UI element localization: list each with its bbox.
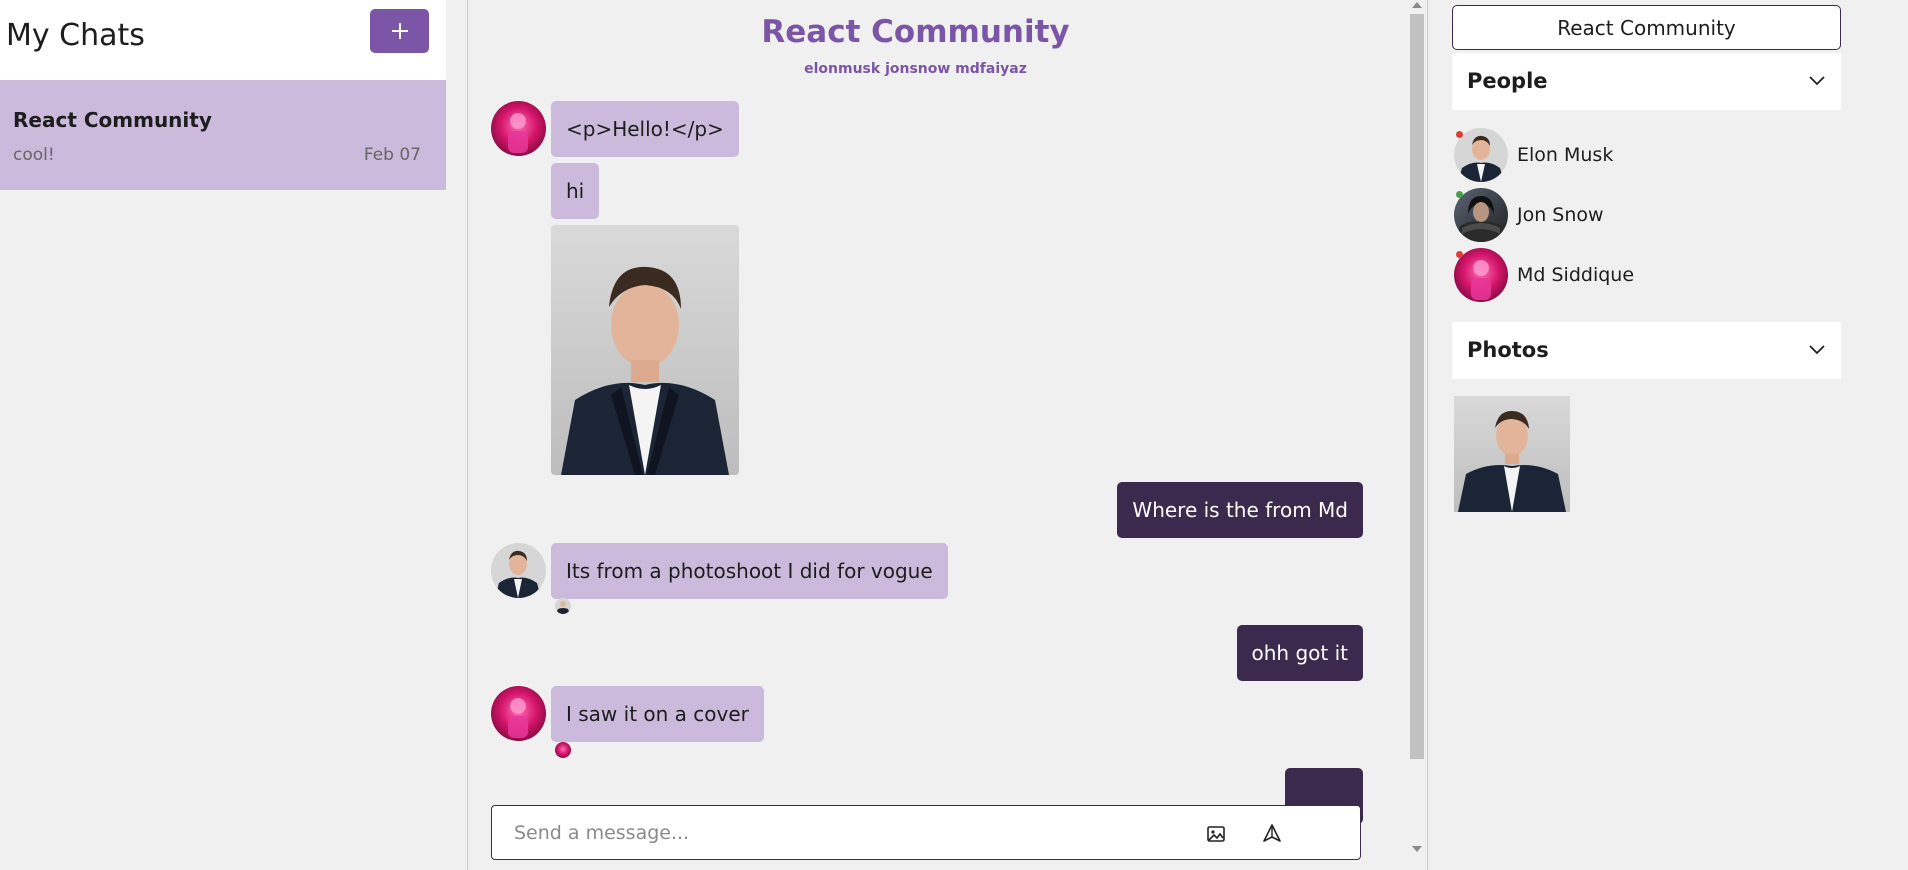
- send-icon: [1263, 824, 1281, 842]
- read-receipt-avatar: [555, 742, 571, 758]
- sidebar-header: My Chats: [0, 0, 446, 80]
- read-receipt-avatar: [555, 598, 571, 614]
- chat-list-item[interactable]: React Community cool! Feb 07: [0, 80, 446, 190]
- shared-photo-thumbnail[interactable]: [1454, 396, 1570, 512]
- sender-avatar[interactable]: [491, 686, 546, 741]
- person-item[interactable]: Jon Snow: [1454, 188, 1814, 244]
- person-name: Elon Musk: [1517, 144, 1614, 166]
- message-bubble: hi: [551, 163, 600, 219]
- image-icon: [1207, 826, 1225, 842]
- person-item[interactable]: Elon Musk: [1454, 128, 1814, 184]
- message-bubble: I saw it on a cover: [551, 686, 764, 742]
- chat-list-item-name: React Community: [13, 108, 212, 132]
- message-composer: [491, 805, 1361, 860]
- chevron-down-icon: [1809, 345, 1825, 355]
- scroll-down-icon[interactable]: [1412, 846, 1422, 852]
- chat-scrollbar-thumb[interactable]: [1410, 14, 1424, 759]
- sender-avatar[interactable]: [491, 101, 546, 156]
- chat-members: elonmusk jonsnow mdfaiyaz: [804, 61, 1027, 77]
- attach-image-button[interactable]: [1206, 824, 1226, 844]
- photos-section-label: Photos: [1467, 338, 1549, 362]
- chats-sidebar: My Chats React Community cool! Feb 07: [0, 0, 446, 870]
- chevron-down-icon: [1809, 76, 1825, 86]
- status-dot: [1456, 191, 1463, 198]
- sender-avatar[interactable]: [491, 543, 546, 598]
- chat-list-item-date: Feb 07: [363, 145, 421, 165]
- people-section-header[interactable]: People: [1452, 53, 1841, 110]
- message-bubble: Its from a photoshoot I did for vogue: [551, 543, 948, 599]
- chat-list-item-last-message: cool!: [13, 145, 55, 165]
- new-chat-button[interactable]: [370, 9, 429, 53]
- chat-details-panel: React Community People Elon Musk Jon Sno…: [1428, 0, 1908, 870]
- status-dot: [1456, 251, 1463, 258]
- plus-icon: [391, 23, 408, 39]
- people-section-label: People: [1467, 69, 1548, 93]
- chat-panel: React Community elonmusk jonsnow mdfaiya…: [468, 0, 1408, 870]
- chat-title: React Community: [761, 14, 1070, 50]
- sidebar-title: My Chats: [6, 18, 145, 53]
- chat-settings-button[interactable]: React Community: [1452, 5, 1841, 50]
- scroll-up-icon[interactable]: [1412, 2, 1422, 8]
- person-name: Md Siddique: [1517, 264, 1635, 286]
- message-input[interactable]: [514, 818, 1164, 848]
- chat-app: My Chats React Community cool! Feb 07 Re…: [0, 0, 1908, 870]
- person-item[interactable]: Md Siddique: [1454, 248, 1814, 304]
- message-image[interactable]: [551, 225, 739, 475]
- person-name: Jon Snow: [1517, 204, 1604, 226]
- photos-section-header[interactable]: Photos: [1452, 322, 1841, 379]
- status-dot: [1456, 131, 1463, 138]
- message-bubble: Where is the from Md: [1117, 482, 1363, 538]
- message-bubble: ohh got it: [1236, 625, 1363, 681]
- send-button[interactable]: [1262, 823, 1282, 843]
- message-bubble: <p>Hello!</p>: [551, 101, 739, 157]
